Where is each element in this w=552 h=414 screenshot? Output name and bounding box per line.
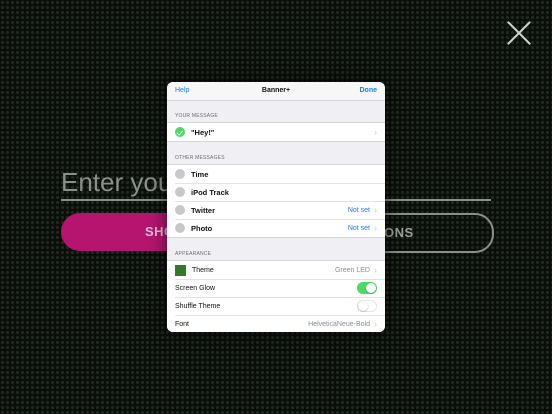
shuffle-theme-label: Shuffle Theme — [175, 302, 221, 310]
font-row[interactable]: Font HelveticaNeue-Bold › — [167, 315, 385, 332]
message-label: Photo — [191, 223, 213, 233]
message-placeholder: Enter your — [61, 167, 181, 197]
theme-row[interactable]: Theme Green LED › — [167, 261, 385, 279]
chevron-right-icon: › — [374, 318, 377, 329]
appearance-header: APPEARANCE — [175, 251, 212, 257]
appearance-group: Theme Green LED › Screen Glow Shuffle Th… — [167, 260, 385, 332]
chevron-right-icon: › — [374, 264, 377, 275]
toggle-knob — [366, 283, 376, 293]
led-theme-icon — [175, 264, 186, 276]
unselected-circle-icon — [175, 187, 185, 197]
modal-navbar: Help Banner+ Done — [167, 82, 385, 101]
checkmark-icon — [175, 127, 185, 137]
shuffle-theme-row: Shuffle Theme — [167, 297, 385, 315]
screen-glow-row: Screen Glow — [167, 279, 385, 297]
your-message-row[interactable]: "Hey!" › — [167, 123, 385, 141]
chevron-right-icon: › — [374, 222, 377, 233]
close-icon[interactable] — [506, 20, 532, 46]
unselected-circle-icon — [175, 169, 185, 179]
theme-label: Theme — [192, 266, 214, 274]
other-messages-header: OTHER MESSAGES — [175, 155, 225, 161]
message-row-time[interactable]: Time — [167, 165, 385, 183]
twitter-value: Not set — [347, 206, 370, 214]
message-row-ipod-track[interactable]: iPod Track — [167, 183, 385, 201]
message-label: Time — [191, 169, 209, 179]
done-button[interactable]: Done — [360, 87, 378, 94]
screen-glow-label: Screen Glow — [175, 284, 216, 292]
chevron-right-icon: › — [374, 204, 377, 215]
photo-value: Not set — [347, 224, 370, 232]
modal-title: Banner+ — [261, 87, 291, 94]
shuffle-theme-toggle[interactable] — [357, 300, 377, 312]
theme-value: Green LED — [334, 266, 370, 274]
your-message-text: "Hey!" — [191, 127, 215, 137]
font-label: Font — [175, 320, 190, 328]
unselected-circle-icon — [175, 223, 185, 233]
your-message-header: YOUR MESSAGE — [175, 113, 218, 119]
message-row-photo[interactable]: Photo Not set › — [167, 219, 385, 237]
font-value: HelveticaNeue-Bold — [308, 320, 370, 328]
toggle-knob — [358, 301, 368, 311]
other-messages-group: Time iPod Track Twitter Not set › Photo … — [167, 164, 385, 238]
chevron-right-icon: › — [374, 126, 377, 137]
message-label: iPod Track — [191, 187, 229, 197]
message-label: Twitter — [191, 205, 216, 215]
your-message-group: "Hey!" › — [167, 122, 385, 142]
settings-modal: Help Banner+ Done YOUR MESSAGE "Hey!" › … — [167, 82, 385, 332]
screen-glow-toggle[interactable] — [357, 282, 377, 294]
message-row-twitter[interactable]: Twitter Not set › — [167, 201, 385, 219]
unselected-circle-icon — [175, 205, 185, 215]
